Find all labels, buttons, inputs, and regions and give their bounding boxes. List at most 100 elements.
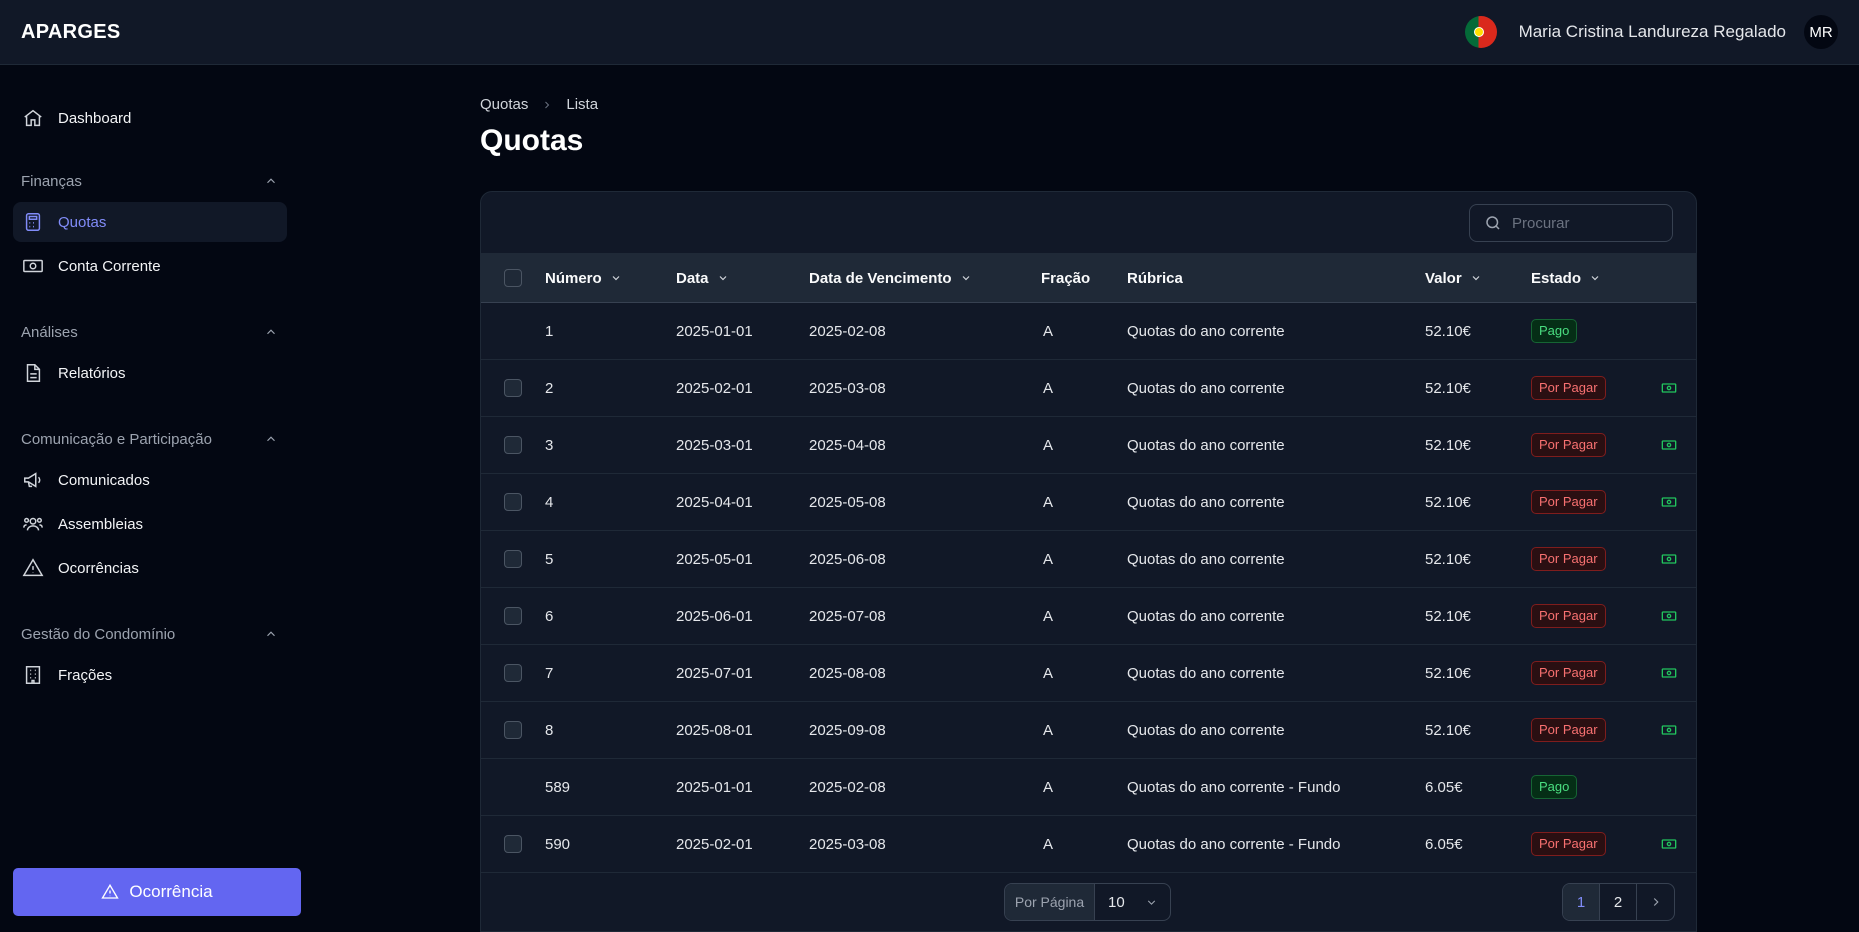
cash-icon[interactable]	[1661, 665, 1677, 681]
status-badge: Por Pagar	[1531, 547, 1606, 571]
table-row[interactable]: 1 2025-01-01 2025-02-08 A Quotas do ano corr…	[481, 303, 1696, 360]
row-select-cell	[504, 360, 522, 416]
table-row[interactable]: 589 2025-01-01 2025-02-08 A Quotas do ano co…	[481, 759, 1696, 816]
cash-icon[interactable]	[1661, 494, 1677, 510]
cell-rubrica: Quotas do ano corrente	[1127, 493, 1285, 511]
row-select-cell	[504, 702, 522, 758]
sidebar-item-ocorrencias[interactable]: Ocorrências	[13, 548, 287, 588]
cell-data: 2025-02-01	[676, 379, 753, 397]
cell-rubrica: Quotas do ano corrente - Fundo	[1127, 778, 1341, 796]
column-header-label: Número	[545, 269, 602, 287]
table-row[interactable]: 3 2025-03-01 2025-04-08 A Quotas do ano corr…	[481, 417, 1696, 474]
cell-vencimento: 2025-07-08	[809, 607, 886, 625]
cell-fracao: A	[1043, 493, 1054, 511]
row-checkbox[interactable]	[504, 436, 522, 454]
sidebar-item-comunicados[interactable]: Comunicados	[13, 460, 287, 500]
cell-numero: 4	[545, 493, 554, 511]
table-row[interactable]: 590 2025-02-01 2025-03-08 A Quotas do ano co…	[481, 816, 1696, 873]
cash-icon[interactable]	[1661, 437, 1677, 453]
search-box[interactable]	[1469, 204, 1673, 242]
cash-icon[interactable]	[1661, 608, 1677, 624]
per-page-select[interactable]: Por Página 10	[1004, 883, 1171, 921]
cell-vencimento: 2025-02-08	[809, 322, 886, 340]
page-button-2[interactable]: 2	[1600, 884, 1637, 920]
language-flag-icon[interactable]	[1464, 16, 1497, 48]
cell-fracao: A	[1043, 436, 1054, 454]
table-row[interactable]: 6 2025-06-01 2025-07-08 A Quotas do ano corr…	[481, 588, 1696, 645]
cell-estado: Por Pagar	[1531, 474, 1606, 530]
sidebar-item-label: Relatórios	[58, 364, 126, 382]
row-checkbox[interactable]	[504, 721, 522, 739]
megaphone-icon	[22, 469, 44, 491]
cell-vencimento: 2025-04-08	[809, 436, 886, 454]
cash-icon[interactable]	[1661, 551, 1677, 567]
cell-vencimento: 2025-03-08	[809, 379, 886, 397]
cash-icon[interactable]	[1661, 380, 1677, 396]
user-area: Maria Cristina Landureza Regalado MR	[1464, 15, 1838, 49]
cash-icon[interactable]	[1661, 836, 1677, 852]
select-all-checkbox[interactable]	[504, 269, 522, 287]
sidebar-group-gestao[interactable]: Gestão do Condomínio	[13, 619, 287, 649]
cell-numero: 6	[545, 607, 554, 625]
column-header-data[interactable]: Data	[676, 254, 729, 302]
table-row[interactable]: 4 2025-04-01 2025-05-08 A Quotas do ano corr…	[481, 474, 1696, 531]
cell-valor: 52.10€	[1425, 379, 1471, 397]
brand-logo[interactable]: APARGES	[21, 21, 121, 44]
row-checkbox[interactable]	[504, 379, 522, 397]
sidebar-item-relatorios[interactable]: Relatórios	[13, 353, 287, 393]
avatar[interactable]: MR	[1804, 15, 1838, 49]
row-checkbox[interactable]	[504, 550, 522, 568]
sidebar-group-financas[interactable]: Finanças	[13, 166, 287, 196]
per-page-value: 10	[1108, 893, 1125, 911]
page-button-1[interactable]: 1	[1563, 884, 1600, 920]
sidebar-item-dashboard[interactable]: Dashboard	[13, 98, 287, 138]
sidebar-group-label: Finanças	[21, 172, 82, 190]
cell-data: 2025-06-01	[676, 607, 753, 625]
table-row[interactable]: 8 2025-08-01 2025-09-08 A Quotas do ano corr…	[481, 702, 1696, 759]
per-page-dropdown[interactable]: 10	[1095, 884, 1170, 920]
sidebar-group-comunicacao[interactable]: Comunicação e Participação	[13, 424, 287, 454]
cash-icon[interactable]	[1661, 722, 1677, 738]
cell-data: 2025-04-01	[676, 493, 753, 511]
sidebar-item-fracoes[interactable]: Frações	[13, 655, 287, 695]
sidebar-item-quotas[interactable]: Quotas	[13, 202, 287, 242]
table-row[interactable]: 2 2025-02-01 2025-03-08 A Quotas do ano corr…	[481, 360, 1696, 417]
cell-estado: Por Pagar	[1531, 645, 1606, 701]
sidebar-group-label: Comunicação e Participação	[21, 430, 212, 448]
new-occurrence-button[interactable]: Ocorrência	[13, 868, 301, 916]
home-icon	[22, 107, 44, 129]
column-header-vencimento[interactable]: Data de Vencimento	[809, 254, 972, 302]
search-input[interactable]	[1512, 214, 1662, 232]
cell-valor: 52.10€	[1425, 664, 1471, 682]
column-header-estado[interactable]: Estado	[1531, 254, 1601, 302]
sidebar-group-analises[interactable]: Análises	[13, 317, 287, 347]
row-checkbox[interactable]	[504, 493, 522, 511]
table-row[interactable]: 5 2025-05-01 2025-06-08 A Quotas do ano corr…	[481, 531, 1696, 588]
cell-fracao: A	[1043, 550, 1054, 568]
row-checkbox[interactable]	[504, 835, 522, 853]
table-row[interactable]: 7 2025-07-01 2025-08-08 A Quotas do ano corr…	[481, 645, 1696, 702]
breadcrumb-root[interactable]: Quotas	[480, 96, 528, 113]
row-checkbox[interactable]	[504, 664, 522, 682]
cell-valor: 52.10€	[1425, 493, 1471, 511]
search-icon	[1486, 216, 1500, 230]
next-page-button[interactable]	[1637, 884, 1674, 920]
sidebar-item-conta-corrente[interactable]: Conta Corrente	[13, 246, 287, 286]
sidebar-item-label: Conta Corrente	[58, 257, 161, 275]
column-header-numero[interactable]: Número	[545, 254, 622, 302]
cell-valor: 52.10€	[1425, 721, 1471, 739]
cell-numero: 3	[545, 436, 554, 454]
column-header-label: Data	[676, 269, 709, 287]
cell-rubrica: Quotas do ano corrente	[1127, 436, 1285, 454]
column-header-rubrica: Rúbrica	[1127, 254, 1183, 302]
user-name[interactable]: Maria Cristina Landureza Regalado	[1519, 22, 1786, 42]
sidebar-item-assembleias[interactable]: Assembleias	[13, 504, 287, 544]
cell-fracao: A	[1043, 835, 1054, 853]
calculator-icon	[22, 211, 44, 233]
cell-numero: 590	[545, 835, 571, 853]
cell-rubrica: Quotas do ano corrente	[1127, 550, 1285, 568]
column-header-label: Valor	[1425, 269, 1462, 287]
row-checkbox[interactable]	[504, 607, 522, 625]
sidebar-item-label: Ocorrências	[58, 559, 139, 577]
column-header-valor[interactable]: Valor	[1425, 254, 1482, 302]
